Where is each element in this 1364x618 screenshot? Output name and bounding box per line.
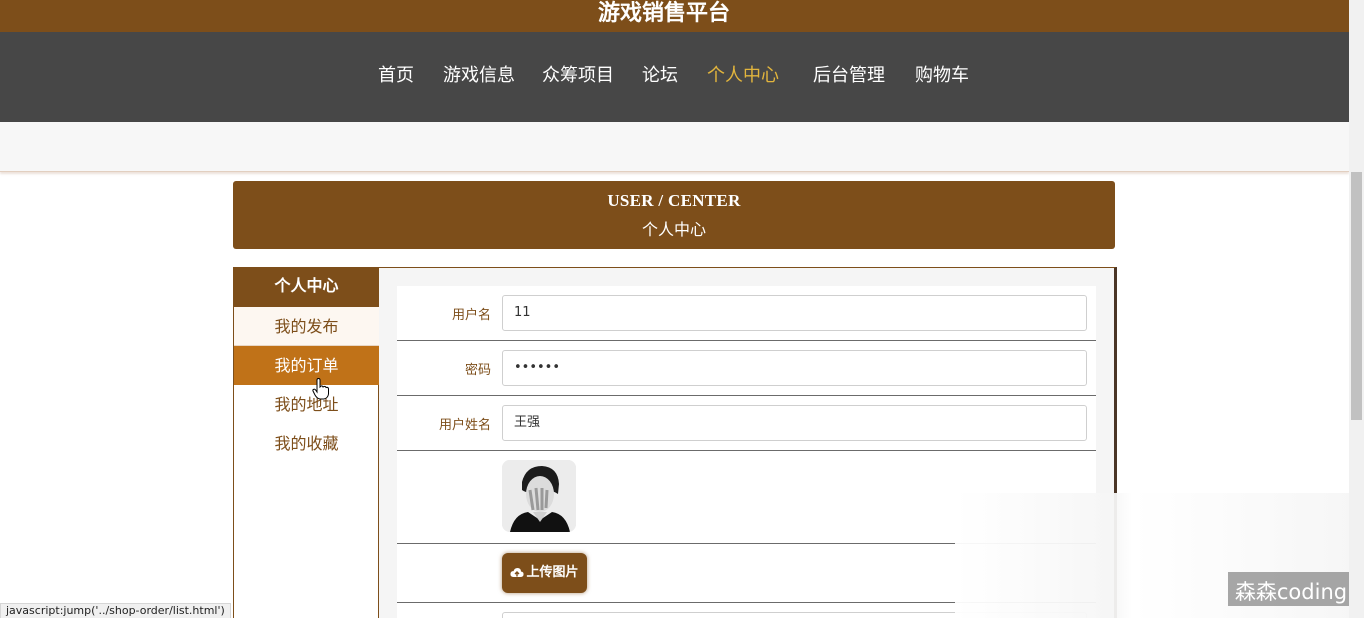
form-row-realname: 用户姓名 王强 (397, 396, 1096, 451)
sidebar-item-my-address[interactable]: 我的地址 (234, 385, 379, 424)
upload-image-button[interactable]: 上传图片 (502, 553, 587, 593)
nav-item-forum[interactable]: 论坛 (642, 64, 678, 88)
sidebar-title: 个人中心 (234, 267, 379, 307)
form-row-password: 密码 •••••• (397, 341, 1096, 396)
site-title: 游戏销售平台 (597, 1, 730, 26)
avatar (502, 460, 576, 532)
sidebar-item-my-favorites[interactable]: 我的收藏 (234, 424, 379, 463)
scrollbar-thumb[interactable] (1351, 172, 1362, 420)
sidebar-item-my-orders[interactable]: 我的订单 (234, 346, 379, 385)
watermark: 森森coding (1228, 572, 1354, 606)
section-header-en: USER / CENTER (607, 191, 741, 210)
page-scrollbar[interactable] (1349, 0, 1364, 618)
nav-item-home[interactable]: 首页 (378, 64, 414, 88)
section-header-cn: 个人中心 (641, 220, 706, 239)
upload-image-label: 上传图片 (526, 565, 579, 580)
sidebar-item-my-posts[interactable]: 我的发布 (234, 307, 379, 346)
realname-field[interactable]: 王强 (502, 405, 1087, 441)
nav-item-crowdfunding[interactable]: 众筹项目 (542, 64, 614, 88)
nav-item-game-info[interactable]: 游戏信息 (443, 64, 515, 88)
username-label: 用户名 (451, 308, 491, 323)
browser-status-bar: javascript:jump('../shop-order/list.html… (0, 603, 231, 618)
realname-label: 用户姓名 (438, 418, 491, 433)
password-label: 密码 (464, 363, 491, 378)
password-field[interactable]: •••••• (502, 350, 1087, 386)
sidebar: 个人中心 我的发布 我的订单 我的地址 我的收藏 (233, 267, 379, 618)
nav-item-cart[interactable]: 购物车 (915, 64, 969, 88)
avatar-photo-icon (502, 460, 576, 532)
cloud-upload-icon (510, 568, 525, 577)
hand-cursor-icon (312, 378, 329, 400)
username-field[interactable]: 11 (502, 295, 1087, 331)
section-header: USER / CENTER 个人中心 (233, 181, 1115, 249)
nav-item-admin[interactable]: 后台管理 (813, 64, 885, 88)
nav-item-user-center[interactable]: 个人中心 (707, 64, 779, 88)
banner-strip (0, 122, 1349, 172)
main-nav: 首页 游戏信息 众筹项目 论坛 个人中心 后台管理 购物车 (0, 32, 1349, 122)
form-row-username: 用户名 11 (397, 286, 1096, 341)
brand-bar: 游戏销售平台 (0, 0, 1349, 32)
